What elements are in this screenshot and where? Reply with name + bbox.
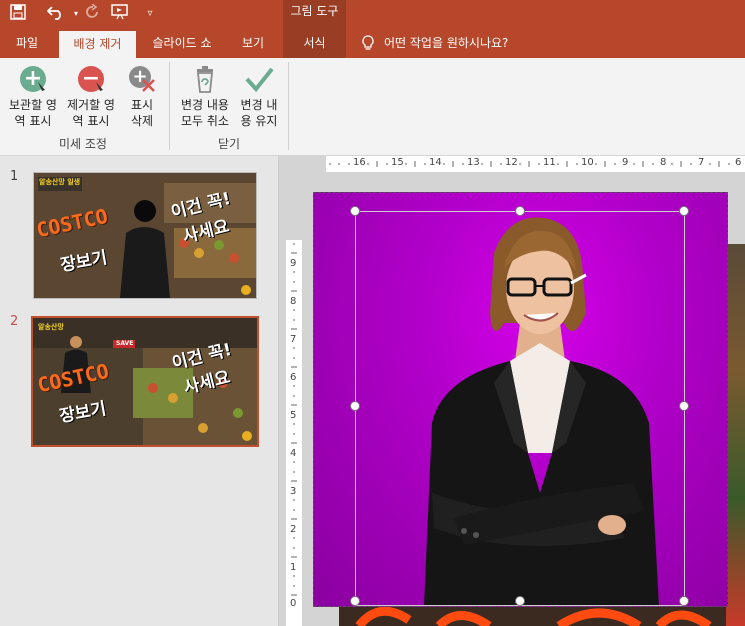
slide-thumbnail-1[interactable]: 알송산망 일생 COSTCO 장보기 이건 꼭! 사세요 — [33, 172, 257, 299]
picture-tools-context-label: 그림 도구 — [283, 0, 346, 28]
slide2-save-sign: SAVE — [116, 340, 134, 347]
vruler-label: 5 — [290, 410, 297, 421]
vruler-label: 7 — [290, 334, 297, 345]
hruler-label: 16 — [353, 157, 366, 168]
resize-handle-top-right[interactable] — [679, 206, 689, 216]
redo-icon[interactable] — [82, 3, 102, 24]
customize-qat-icon[interactable]: ▿ — [140, 4, 160, 24]
recycle-bin-icon — [190, 64, 220, 94]
discard-all-changes-button[interactable]: 변경 내용 모두 취소 — [176, 64, 234, 129]
start-from-beginning-icon[interactable] — [110, 4, 130, 24]
slide1-small-label: 알송산망 일생 — [39, 178, 81, 186]
resize-handle-right[interactable] — [679, 401, 689, 411]
vruler-label: 1 — [290, 562, 297, 573]
hruler-label: 13 — [467, 157, 480, 168]
delete-mark-button[interactable]: + 표시 삭제 — [122, 64, 162, 129]
hruler-label: 6 — [735, 157, 742, 168]
slide-number-2: 2 — [10, 314, 19, 329]
keep-changes-button[interactable]: 변경 내 용 유지 — [234, 64, 284, 129]
keep-label-line2: 역 표시 — [14, 114, 52, 128]
tell-me-search[interactable]: 어떤 작업을 원하시나요? — [384, 28, 534, 58]
undo-icon[interactable] — [46, 4, 66, 24]
hruler-label: 10 — [581, 157, 594, 168]
lightbulb-icon[interactable] — [356, 28, 380, 58]
group-separator — [169, 62, 170, 150]
hruler-label: 15 — [391, 157, 404, 168]
discard-label-line1: 변경 내용 — [181, 98, 229, 112]
slide2-small-label: 알송산망 — [38, 323, 64, 331]
marquee-selection[interactable] — [355, 211, 685, 606]
resize-handle-bottom-left[interactable] — [350, 596, 360, 606]
close-group-label: 닫기 — [217, 137, 241, 151]
tab-slide-show[interactable]: 슬라이드 쇼 — [140, 28, 224, 58]
tab-view[interactable]: 보기 — [228, 28, 278, 58]
remove-label-line2: 역 표시 — [72, 114, 110, 128]
hruler-label: 8 — [660, 157, 667, 168]
slide-number-1: 1 — [10, 169, 19, 184]
horizontal-ruler: 16 15 14 13 12 11 10 9 8 7 6 — [326, 156, 745, 172]
delete-label-line1: 표시 — [130, 98, 154, 112]
vruler-label: 2 — [290, 524, 297, 535]
tab-background-removal[interactable]: 배경 제거 — [59, 31, 136, 58]
save-icon[interactable] — [8, 4, 28, 24]
delete-mark-icon: + — [127, 64, 157, 94]
vruler-label: 9 — [290, 258, 297, 269]
vruler-label: 4 — [290, 448, 297, 459]
hruler-label: 7 — [698, 157, 705, 168]
minus-circle-icon: − — [76, 64, 106, 94]
resize-handle-top[interactable] — [515, 206, 525, 216]
resize-handle-left[interactable] — [350, 401, 360, 411]
mark-areas-to-remove-button[interactable]: − 제거할 영 역 표시 — [62, 64, 120, 129]
refine-group-label: 미세 조정 — [59, 137, 107, 151]
hruler-label: 14 — [429, 157, 442, 168]
ribbon-tab-bar: 파일 배경 제거 슬라이드 쇼 보기 서식 어떤 작업을 원하시나요? — [0, 28, 745, 58]
checkmark-icon — [244, 64, 274, 94]
resize-handle-top-left[interactable] — [350, 206, 360, 216]
vruler-label: 6 — [290, 372, 297, 383]
ribbon: + 보관할 영 역 표시 − 제거할 영 역 표시 + 표시 삭제 미세 조정 … — [0, 58, 745, 156]
group-separator — [288, 62, 289, 150]
tab-file[interactable]: 파일 — [0, 28, 54, 58]
vruler-label: 8 — [290, 296, 297, 307]
vertical-ruler: 9 8 7 6 5 4 3 2 1 0 — [286, 240, 302, 626]
quick-access-toolbar: ▾ ▿ — [0, 0, 745, 28]
keep-label-line1: 보관할 영 — [9, 98, 57, 112]
keep-changes-label-line1: 변경 내 — [240, 98, 278, 112]
vruler-label: 3 — [290, 486, 297, 497]
tab-format[interactable]: 서식 — [283, 28, 346, 58]
slide-thumbnail-pane[interactable]: 1 알송산망 일생 COSTCO 장보기 이건 꼭! 사세요 2 알송산망 SA… — [0, 156, 279, 626]
vruler-label: 0 — [290, 598, 297, 609]
slide-thumbnail-2[interactable]: 알송산망 SAVE COSTCO 장보기 이건 꼭! 사세요 — [31, 316, 259, 447]
discard-label-line2: 모두 취소 — [181, 114, 229, 128]
remove-label-line1: 제거할 영 — [67, 98, 115, 112]
hruler-label: 9 — [622, 157, 629, 168]
plus-circle-icon: + — [18, 64, 48, 94]
hruler-label: 12 — [505, 157, 518, 168]
resize-handle-bottom-right[interactable] — [679, 596, 689, 606]
delete-label-line2: 삭제 — [130, 114, 154, 128]
hruler-label: 11 — [543, 157, 556, 168]
resize-handle-bottom[interactable] — [515, 596, 525, 606]
mark-areas-to-keep-button[interactable]: + 보관할 영 역 표시 — [4, 64, 62, 129]
keep-changes-label-line2: 용 유지 — [240, 114, 278, 128]
slide-background-edge — [726, 244, 745, 626]
picture-removal-preview[interactable] — [313, 192, 728, 607]
